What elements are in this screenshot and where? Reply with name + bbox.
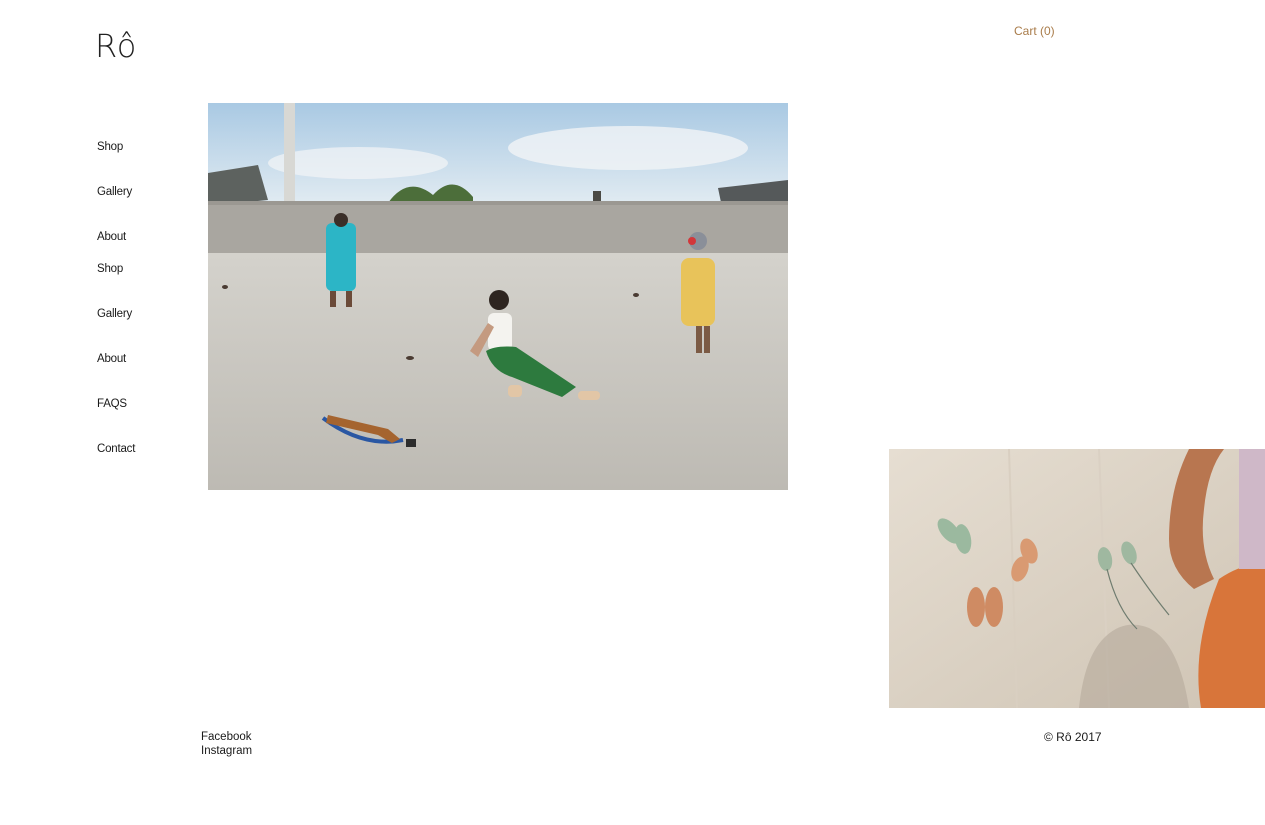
sandals-illustration — [889, 449, 1265, 708]
nav-item-shop[interactable]: Shop — [97, 141, 123, 153]
brand-logo[interactable]: Rô — [95, 30, 137, 62]
page: Rô Cart (0) Shop Gallery About Shop Gall… — [0, 0, 1265, 825]
nav-item-about[interactable]: About — [97, 231, 126, 243]
nav-item-about-secondary[interactable]: About — [97, 353, 126, 365]
gallery-photo-rooftop[interactable] — [208, 103, 788, 490]
instagram-link[interactable]: Instagram — [201, 744, 252, 758]
gallery-photo-sandals[interactable] — [889, 449, 1265, 708]
nav-item-gallery[interactable]: Gallery — [97, 186, 132, 198]
nav-item-faqs[interactable]: FAQS — [97, 398, 127, 410]
rooftop-illustration — [208, 103, 788, 490]
social-links: Facebook Instagram — [201, 730, 252, 758]
nav-item-gallery-secondary[interactable]: Gallery — [97, 308, 132, 320]
facebook-link[interactable]: Facebook — [201, 730, 252, 744]
nav-item-shop-secondary[interactable]: Shop — [97, 263, 123, 275]
copyright-text: © Rô 2017 — [1044, 730, 1102, 744]
cart-link[interactable]: Cart (0) — [1014, 24, 1055, 38]
nav-item-contact[interactable]: Contact — [97, 443, 135, 455]
